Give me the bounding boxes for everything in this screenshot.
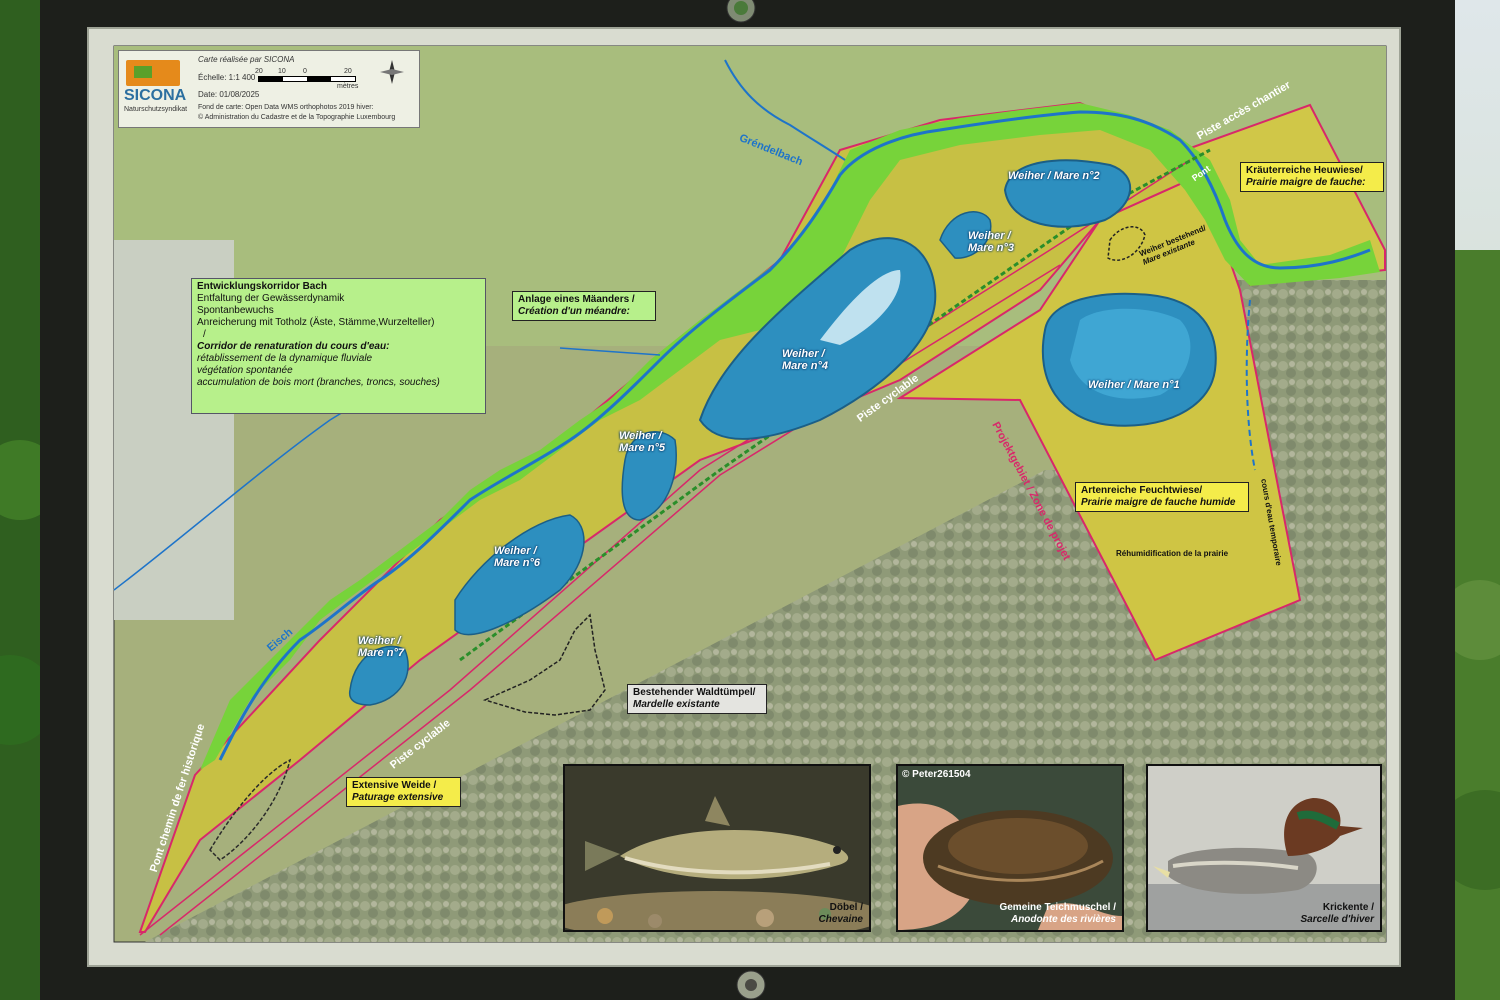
teal-name-fr: Sarcelle d'hiver — [1300, 914, 1374, 925]
scale-text: Échelle: 1:1 400 — [198, 73, 256, 82]
herb-meadow-de: Kräuterreiche Heuwiese/ — [1246, 165, 1363, 176]
logo-text: SICONA — [124, 87, 187, 104]
herb-meadow-fr: Prairie maigre de fauche: — [1246, 177, 1366, 188]
photo-teal: Krickente / Sarcelle d'hiver — [1146, 764, 1382, 932]
corridor-legend-box: Entwicklungskorridor Bach Entfaltung der… — [191, 278, 486, 414]
scale-tick: 10 — [278, 68, 286, 75]
herb-meadow-box: Kräuterreiche Heuwiese/ Prairie maigre d… — [1240, 162, 1384, 192]
corridor-title: Entwicklungskorridor Bach — [197, 281, 328, 292]
basemap-copyright: © Administration du Cadastre et de la To… — [198, 114, 396, 121]
photo-chub: Döbel / Chevaine — [563, 764, 871, 932]
logo-subtitle: Naturschutzsyndikat — [124, 106, 188, 113]
meander-box: Anlage eines Mäanders / Création d'un mé… — [512, 291, 656, 321]
scale-unit: mètres — [337, 83, 359, 90]
mussel-name-fr: Anodonte des rivières — [1010, 914, 1116, 925]
corridor-line: Spontanbewuchs — [197, 305, 274, 316]
map-sign-photo: SICONA Naturschutzsyndikat Carte réalisé… — [0, 0, 1500, 1000]
pasture-de: Extensive Weide / — [352, 780, 437, 791]
chub-name-de: Döbel / — [829, 902, 863, 913]
corridor-line: / — [203, 329, 206, 340]
corridor-line-fr: accumulation de bois mort (branches, tro… — [197, 377, 440, 388]
chub-name-fr: Chevaine — [818, 914, 863, 925]
corridor-title-fr: Corridor de renaturation du cours d'eau: — [197, 341, 390, 352]
photo-mussel: © Peter261504 Gemeine Teichmuschel / Ano… — [896, 764, 1124, 932]
corridor-line: Entfaltung der Gewässerdynamik — [197, 293, 345, 304]
pond-label-7: Weiher / Mare n°7 — [358, 635, 404, 659]
date-text: Date: 01/08/2025 — [198, 90, 260, 99]
corridor-line-fr: rétablissement de la dynamique fluviale — [197, 353, 373, 364]
rewetting-label: Réhumidification de la prairie — [1116, 549, 1229, 558]
mussel-caption: Gemeine Teichmuschel / Anodonte des rivi… — [999, 902, 1116, 926]
corridor-line-fr: végétation spontanée — [197, 365, 293, 376]
basemap-text: Fond de carte: Open Data WMS orthophotos… — [198, 104, 374, 111]
mussel-credit: © Peter261504 — [902, 769, 971, 780]
scale-tick: 0 — [303, 68, 307, 75]
corridor-line: Anreicherung mit Totholz (Äste, Stämme,W… — [197, 317, 435, 328]
scale-tick: 20 — [344, 68, 352, 75]
pond-label-6: Weiher / Mare n°6 — [494, 545, 540, 569]
wet-meadow-box: Artenreiche Feuchtwiese/ Prairie maigre … — [1075, 482, 1249, 512]
wet-meadow-de: Artenreiche Feuchtwiese/ — [1081, 485, 1203, 496]
pond-label-5: Weiher / Mare n°5 — [619, 430, 665, 454]
meander-fr: Création d'un méandre: — [518, 306, 630, 317]
pasture-fr: Paturage extensive — [352, 792, 444, 803]
pond-label-4: Weiher / Mare n°4 — [782, 348, 828, 372]
forest-pond-box: Bestehender Waldtümpel/ Mardelle existan… — [627, 684, 767, 714]
credit-text: Carte réalisée par SICONA — [198, 55, 295, 64]
pond-label-3: Weiher / Mare n°3 — [968, 230, 1014, 254]
pond-label-1: Weiher / Mare n°1 — [1088, 379, 1180, 391]
mussel-name-de: Gemeine Teichmuschel / — [999, 902, 1116, 913]
pasture-box: Extensive Weide / Paturage extensive — [346, 777, 461, 807]
meander-de: Anlage eines Mäanders / — [518, 294, 635, 305]
chub-caption: Döbel / Chevaine — [819, 902, 863, 926]
north-arrow-icon — [380, 60, 404, 84]
forest-pond-fr: Mardelle existante — [633, 699, 720, 710]
scale-tick: 20 — [255, 68, 263, 75]
pond-label-2: Weiher / Mare n°2 — [1008, 170, 1100, 182]
teal-name-de: Krickente / — [1322, 902, 1374, 913]
wet-meadow-fr: Prairie maigre de fauche humide — [1081, 497, 1236, 508]
teal-caption: Krickente / Sarcelle d'hiver — [1300, 902, 1374, 926]
forest-pond-de: Bestehender Waldtümpel/ — [633, 687, 756, 698]
scale-bar — [258, 76, 356, 82]
sicona-logo: SICONA Naturschutzsyndikat — [124, 60, 188, 118]
